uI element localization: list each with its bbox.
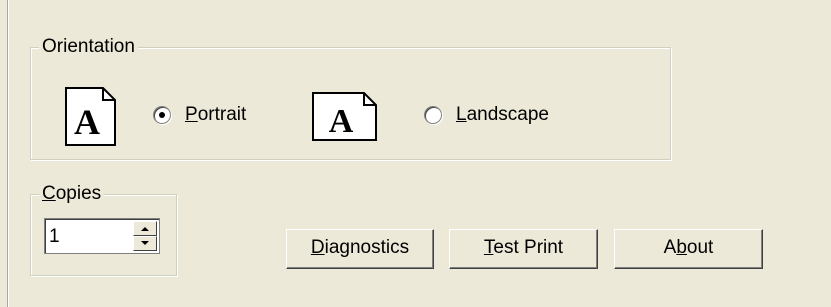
about-button[interactable]: About — [614, 229, 763, 269]
orientation-group-title: Orientation — [39, 36, 138, 58]
copies-group-title: Copies — [39, 183, 105, 205]
copies-decrement-button[interactable] — [133, 236, 157, 251]
copies-spinbox[interactable]: 1 — [44, 218, 160, 254]
radio-selected-dot — [159, 112, 165, 118]
portrait-radio[interactable] — [153, 106, 171, 124]
arrow-up-icon — [141, 227, 149, 231]
portrait-page-icon: A — [65, 87, 116, 146]
arrow-down-icon — [141, 241, 149, 245]
landscape-icon-letter: A — [329, 103, 354, 140]
landscape-radio[interactable] — [424, 106, 442, 124]
landscape-label[interactable]: Landscape — [456, 104, 549, 126]
copies-value[interactable]: 1 — [49, 226, 60, 248]
test-print-button[interactable]: Test Print — [449, 229, 598, 269]
landscape-page-icon: A — [312, 92, 377, 141]
portrait-icon-letter: A — [74, 102, 100, 142]
copies-increment-button[interactable] — [133, 221, 157, 236]
diagnostics-button[interactable]: Diagnostics — [286, 229, 434, 269]
portrait-label[interactable]: Portrait — [185, 104, 246, 126]
